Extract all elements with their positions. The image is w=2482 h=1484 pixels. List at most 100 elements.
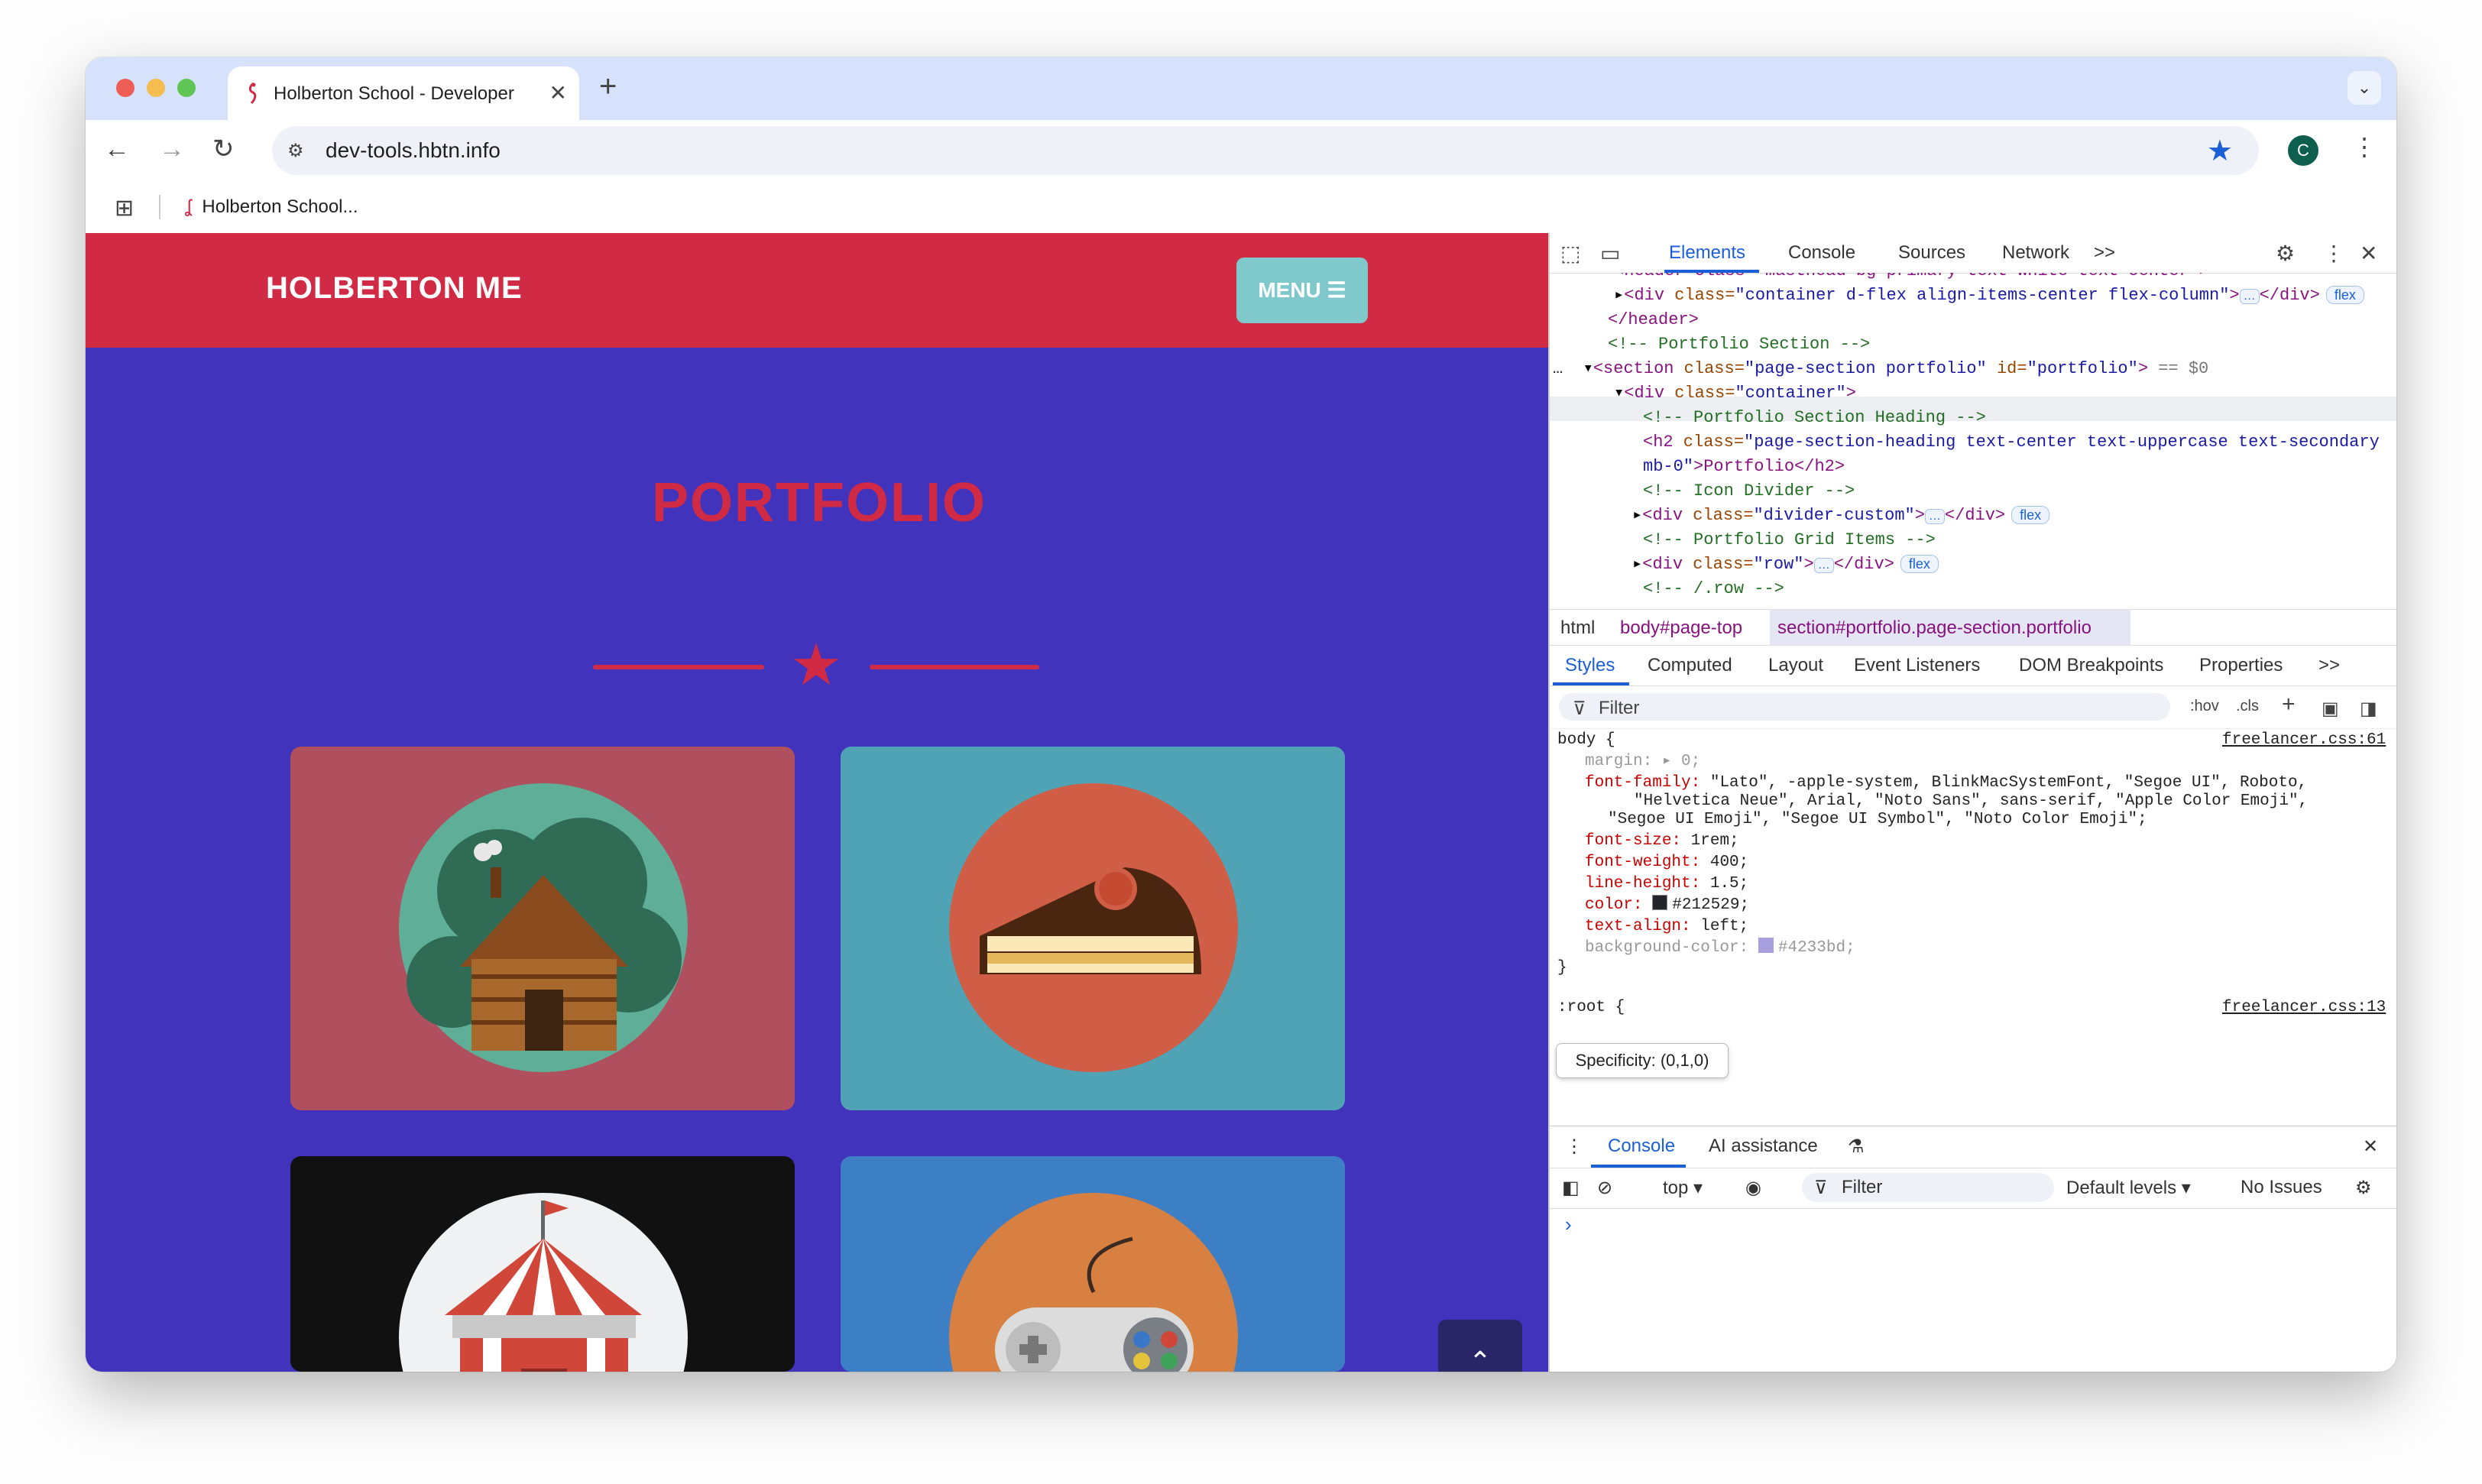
- new-tab-button[interactable]: +: [599, 71, 617, 102]
- node-actions-icon[interactable]: …: [1553, 359, 1563, 378]
- apps-grid-icon[interactable]: ⊞: [115, 195, 134, 222]
- breadcrumb-section[interactable]: section#portfolio.page-section.portfolio: [1777, 617, 2092, 639]
- menu-button[interactable]: MENU ☰: [1236, 258, 1368, 323]
- dom-node-selected[interactable]: … ▾<section class="page-section portfoli…: [1553, 357, 2208, 381]
- dom-node[interactable]: </header>: [1608, 308, 1699, 332]
- new-rule-icon[interactable]: +: [2282, 692, 2296, 718]
- dom-node[interactable]: ▸<div class="row">… </div> flex: [1632, 552, 1939, 577]
- portfolio-item-game[interactable]: [841, 1156, 1345, 1372]
- tab-sources[interactable]: Sources: [1898, 242, 1965, 264]
- flex-badge[interactable]: flex: [2011, 506, 2050, 524]
- rule-source-link[interactable]: freelancer.css:13: [2222, 997, 2386, 1017]
- reload-icon[interactable]: ↻: [212, 134, 235, 164]
- dom-comment[interactable]: <!-- Portfolio Grid Items -->: [1643, 528, 1936, 552]
- profile-avatar[interactable]: C: [2288, 135, 2318, 166]
- browser-tab[interactable]: Holberton School - Developer ✕: [228, 66, 579, 120]
- minimize-window-button[interactable]: [147, 79, 165, 97]
- style-property[interactable]: font-weight: 400;: [1585, 852, 1748, 873]
- drawer-tab-console[interactable]: Console: [1608, 1136, 1675, 1157]
- dom-comment[interactable]: <!-- Portfolio Section -->: [1608, 332, 1870, 357]
- rule-selector[interactable]: body {: [1557, 730, 1615, 751]
- tab-search-chevron-icon[interactable]: ⌄: [2348, 71, 2381, 105]
- bookmark-star-icon[interactable]: ★: [2207, 134, 2233, 168]
- console-prompt[interactable]: ›: [1565, 1213, 1572, 1236]
- console-settings-gear-icon[interactable]: ⚙: [2355, 1177, 2372, 1199]
- collapsed-ellipsis[interactable]: …: [1924, 509, 1945, 524]
- tab-network[interactable]: Network: [2002, 242, 2069, 264]
- tab-properties[interactable]: Properties: [2199, 655, 2283, 676]
- back-arrow-icon[interactable]: ←: [104, 134, 130, 164]
- breadcrumb-html[interactable]: html: [1560, 617, 1595, 639]
- dom-comment[interactable]: <!-- Icon Divider -->: [1643, 479, 1855, 504]
- context-selector[interactable]: top ▾: [1663, 1177, 1703, 1199]
- style-property[interactable]: color: #212529;: [1585, 895, 1749, 916]
- live-expression-eye-icon[interactable]: ◉: [1745, 1177, 1761, 1199]
- site-brand[interactable]: HOLBERTON ME: [266, 271, 523, 306]
- tab-layout[interactable]: Layout: [1768, 655, 1823, 676]
- tab-dom-breakpoints[interactable]: DOM Breakpoints: [2019, 655, 2163, 676]
- tab-computed[interactable]: Computed: [1648, 655, 1732, 676]
- site-settings-icon[interactable]: ⚙: [287, 140, 304, 162]
- color-swatch[interactable]: [1652, 895, 1668, 910]
- paint-icon[interactable]: ▣: [2322, 698, 2339, 720]
- tab-styles[interactable]: Styles: [1565, 655, 1615, 676]
- browser-menu-icon[interactable]: ⋮: [2352, 132, 2377, 161]
- more-subtabs-icon[interactable]: >>: [2318, 655, 2340, 676]
- scroll-to-top-button[interactable]: ⌃: [1438, 1320, 1522, 1372]
- style-property[interactable]: background-color: #4233bd;: [1585, 938, 1855, 959]
- dom-comment[interactable]: <!-- /.row -->: [1643, 577, 1784, 594]
- collapsed-ellipsis[interactable]: …: [2239, 289, 2260, 304]
- close-window-button[interactable]: [116, 79, 134, 97]
- bookmark-holberton[interactable]: ʆ Holberton School...: [185, 196, 358, 218]
- dom-node[interactable]: ▸<div class="divider-custom">… </div> flex: [1632, 504, 2050, 528]
- tab-close-icon[interactable]: ✕: [549, 80, 567, 105]
- maximize-window-button[interactable]: [177, 79, 196, 97]
- style-property[interactable]: font-size: 1rem;: [1585, 831, 1739, 852]
- console-filter-input[interactable]: [1802, 1173, 2054, 1202]
- console-sidebar-icon[interactable]: ◧: [1562, 1177, 1580, 1199]
- collapsed-ellipsis[interactable]: …: [1813, 558, 1834, 573]
- drawer-menu-icon[interactable]: ⋮: [1565, 1136, 1583, 1158]
- log-levels-dropdown[interactable]: Default levels ▾: [2066, 1177, 2191, 1199]
- flex-badge[interactable]: flex: [2325, 286, 2364, 304]
- portfolio-item-circus[interactable]: [290, 1156, 795, 1372]
- device-toolbar-icon[interactable]: ▭: [1600, 241, 1620, 266]
- clear-console-icon[interactable]: ⊘: [1597, 1177, 1612, 1199]
- close-devtools-icon[interactable]: ✕: [2360, 241, 2377, 266]
- hov-toggle[interactable]: :hov: [2190, 698, 2219, 715]
- devtools-menu-icon[interactable]: ⋮: [2323, 241, 2344, 266]
- dom-tree[interactable]: <header class="masthead bg-primary text-…: [1550, 273, 2396, 594]
- color-swatch[interactable]: [1758, 938, 1774, 953]
- tab-console[interactable]: Console: [1788, 242, 1855, 264]
- address-bar[interactable]: ⚙ dev-tools.hbtn.info ★: [272, 126, 2259, 175]
- tab-elements[interactable]: Elements: [1669, 242, 1745, 264]
- styles-pane[interactable]: body { freelancer.css:61 margin: ▸ 0; fo…: [1550, 730, 2396, 1017]
- portfolio-item-cake[interactable]: [841, 747, 1345, 1110]
- url-text[interactable]: dev-tools.hbtn.info: [326, 138, 501, 163]
- drawer-tab-ai-assistance[interactable]: AI assistance: [1709, 1136, 1818, 1157]
- dom-node[interactable]: ▸<div class="container d-flex align-item…: [1614, 284, 2364, 308]
- portfolio-item-cabin[interactable]: [290, 747, 795, 1110]
- sidebar-toggle-icon[interactable]: ◨: [2360, 698, 2377, 720]
- style-property[interactable]: margin: ▸ 0;: [1585, 751, 1700, 773]
- style-property[interactable]: line-height: 1.5;: [1585, 873, 1748, 895]
- rule-source-link[interactable]: freelancer.css:61: [2222, 730, 2386, 751]
- issues-indicator[interactable]: No Issues: [2241, 1177, 2322, 1198]
- dom-comment[interactable]: <!-- Portfolio Section Heading -->: [1643, 406, 1986, 430]
- rule-selector[interactable]: :root {: [1557, 997, 1625, 1017]
- flex-badge[interactable]: flex: [1900, 555, 1939, 573]
- style-property[interactable]: text-align: left;: [1585, 916, 1748, 938]
- styles-filter-input[interactable]: [1559, 693, 2170, 721]
- forward-arrow-icon[interactable]: →: [159, 134, 185, 164]
- more-tabs-icon[interactable]: >>: [2094, 242, 2115, 264]
- close-drawer-icon[interactable]: ✕: [2363, 1136, 2378, 1158]
- dom-node[interactable]: <h2 class="page-section-heading text-cen…: [1643, 430, 2380, 455]
- breadcrumb-body[interactable]: body#page-top: [1620, 617, 1742, 639]
- dom-node[interactable]: mb-0">Portfolio</h2>: [1643, 455, 1845, 479]
- tab-event-listeners[interactable]: Event Listeners: [1854, 655, 1980, 676]
- cls-toggle[interactable]: .cls: [2236, 698, 2259, 715]
- dom-node[interactable]: ▾<div class="container">: [1614, 381, 1856, 406]
- dom-node[interactable]: <header class="masthead bg-primary text-…: [1614, 273, 2209, 284]
- settings-gear-icon[interactable]: ⚙: [2276, 241, 2295, 266]
- inspect-element-icon[interactable]: ⬚: [1560, 241, 1580, 266]
